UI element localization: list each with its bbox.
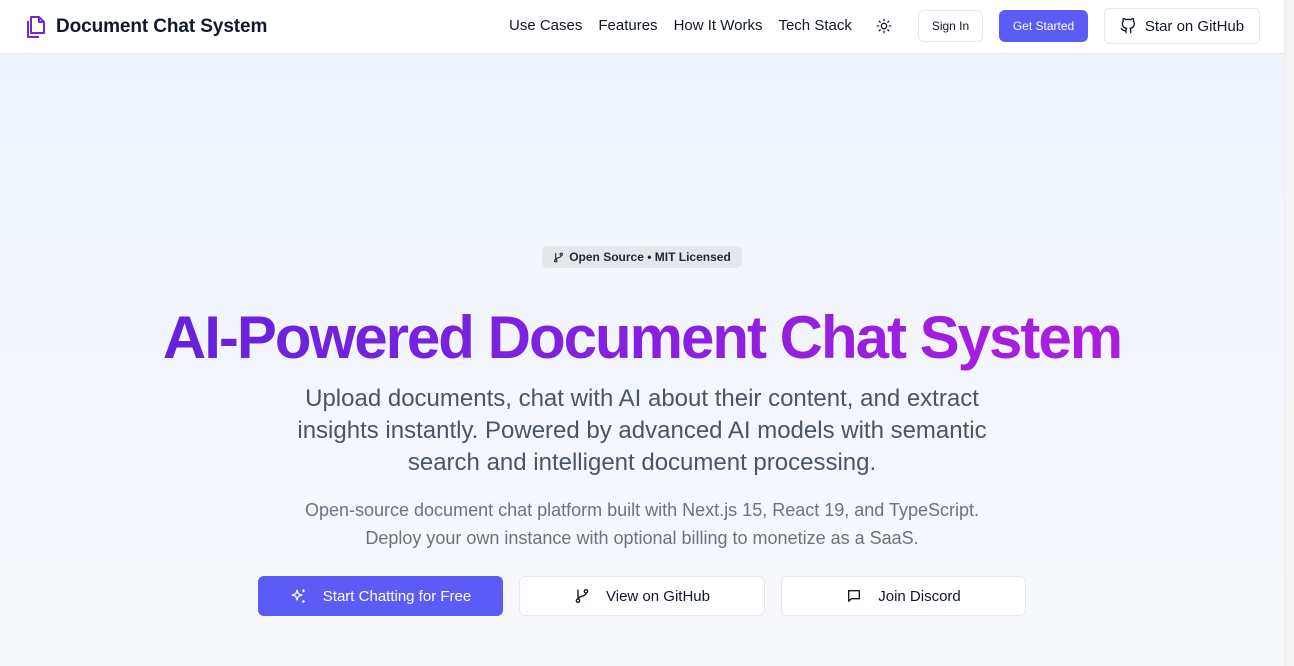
join-discord-label: Join Discord [878,587,961,605]
main-nav: Use Cases Features How It Works Tech Sta… [509,16,852,36]
join-discord-button[interactable]: Join Discord [781,576,1026,616]
brand[interactable]: Document Chat System [24,14,267,40]
sign-in-button[interactable]: Sign In [918,10,983,42]
sun-icon [876,18,892,34]
hero-subnote: Open-source document chat platform built… [304,500,979,548]
hero-subtitle: Upload documents, chat with AI about the… [297,385,987,476]
badge-label: Open Source • MIT Licensed [569,250,731,264]
star-on-github-label: Star on GitHub [1144,17,1245,35]
open-source-badge: Open Source • MIT Licensed [542,246,742,268]
message-square-icon [846,588,862,604]
git-fork-icon [553,252,564,263]
get-started-button[interactable]: Get Started [999,10,1088,42]
nav-how-it-works[interactable]: How It Works [674,16,763,36]
sparkles-icon [290,588,307,605]
view-on-github-button[interactable]: View on GitHub [519,576,765,616]
scrollbar[interactable] [1284,0,1294,666]
brand-title: Document Chat System [56,16,268,37]
nav-tech-stack[interactable]: Tech Stack [778,16,851,36]
start-chatting-label: Start Chatting for Free [322,587,472,605]
site-header: Document Chat System Use Cases Features … [0,0,1284,54]
theme-toggle-button[interactable] [872,14,896,38]
view-on-github-label: View on GitHub [606,587,710,605]
star-on-github-button[interactable]: Star on GitHub [1104,8,1260,44]
start-chatting-button[interactable]: Start Chatting for Free [258,576,503,616]
nav-use-cases[interactable]: Use Cases [509,16,582,36]
github-icon [1120,18,1136,34]
document-stack-icon [24,15,46,39]
git-fork-icon [574,588,590,604]
nav-features[interactable]: Features [598,16,657,36]
hero-headline: AI-Powered Document Chat System [0,302,1284,374]
